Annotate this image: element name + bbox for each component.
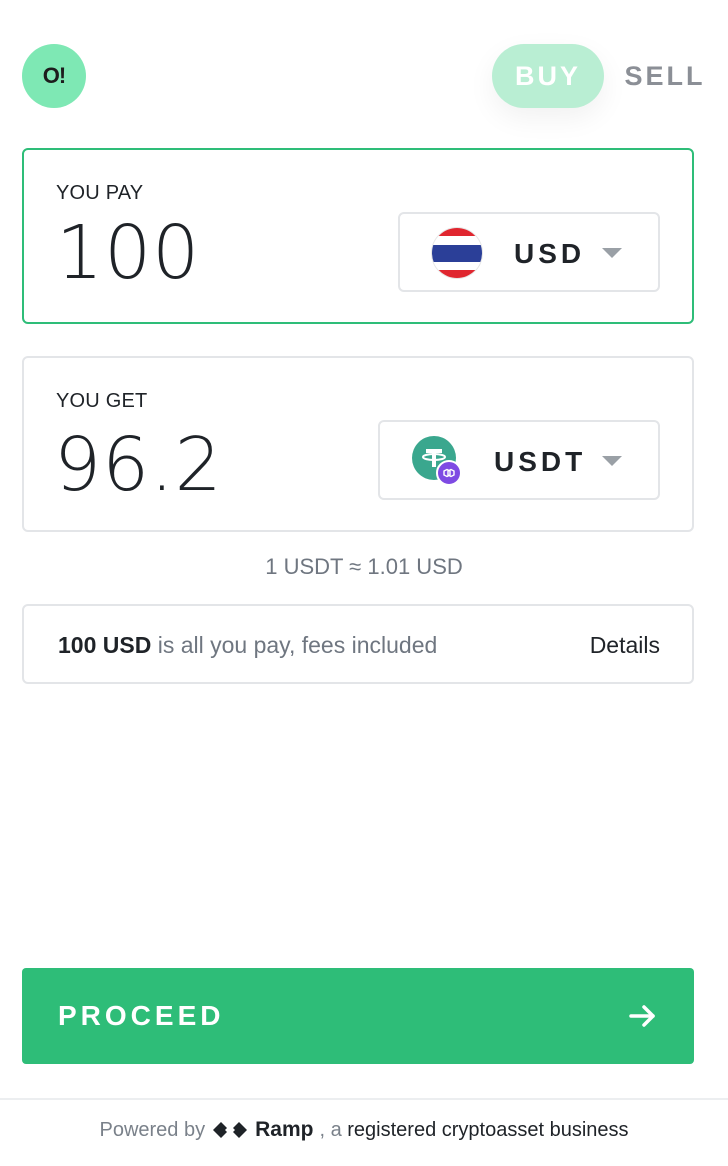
fees-summary: 100 USD is all you pay, fees included De… (22, 604, 694, 684)
fees-amount: 100 USD (58, 632, 152, 658)
proceed-label: PROCEED (58, 1000, 225, 1031)
chevron-down-icon (602, 456, 622, 466)
pay-currency-code: USD (514, 238, 586, 269)
thailand-flag-icon (432, 228, 482, 278)
arrow-right-icon (629, 1005, 655, 1027)
footer-divider (0, 1098, 728, 1100)
footer-separator: , a (319, 1118, 348, 1141)
polygon-icon (436, 460, 462, 486)
pay-amount-input[interactable]: 100 (56, 216, 200, 290)
ramp-widget: O! BUY SELL YOU PAY 100 USD YOU GET 96.2 (0, 0, 728, 1166)
fees-description: is all you pay, fees included (151, 632, 438, 658)
get-amount: 96.2 (54, 422, 223, 508)
partner-logo: O! (22, 44, 86, 108)
details-link[interactable]: Details (590, 632, 660, 659)
proceed-button[interactable]: PROCEED (22, 968, 694, 1064)
partner-logo-text: O! (42, 63, 66, 88)
footer: Powered by Ramp , a registered cryptoass… (0, 1118, 728, 1142)
get-label: YOU GET (56, 390, 148, 412)
ramp-brand: Ramp (255, 1118, 314, 1141)
sell-tab[interactable]: SELL (620, 44, 710, 108)
ramp-logo[interactable]: Ramp (211, 1118, 313, 1142)
pay-label: YOU PAY (56, 182, 144, 204)
usdt-polygon-icon (412, 436, 462, 486)
get-asset-selector[interactable]: USDT (378, 420, 660, 500)
pay-card: YOU PAY 100 USD (22, 148, 694, 324)
pay-currency-selector[interactable]: USD (398, 212, 660, 292)
chevron-down-icon (602, 248, 622, 258)
get-card: YOU GET 96.2 USDT (22, 356, 694, 532)
fees-text: 100 USD is all you pay, fees included (58, 632, 437, 659)
get-asset-code: USDT (494, 446, 587, 477)
buy-tab[interactable]: BUY (492, 44, 604, 108)
ramp-logo-icon (213, 1122, 248, 1138)
registered-business-link[interactable]: registered cryptoasset business (347, 1119, 628, 1142)
powered-by-text: Powered by (99, 1118, 206, 1141)
exchange-rate: 1 USDT ≈ 1.01 USD (265, 554, 463, 579)
